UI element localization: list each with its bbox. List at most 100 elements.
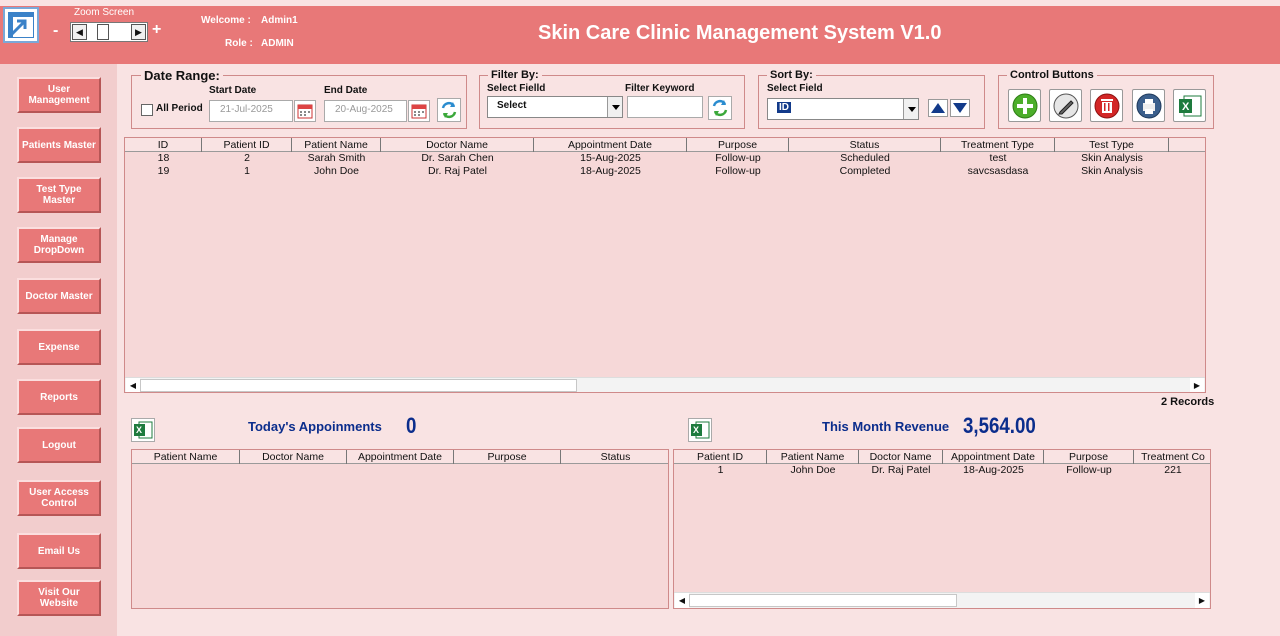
horizontal-scrollbar[interactable]: ◀ ▶: [674, 592, 1210, 608]
zoom-label: Zoom Screen: [74, 7, 135, 18]
cell-purpose: Follow-up: [715, 165, 761, 177]
cell-patient-id: 1: [717, 464, 724, 476]
logout-button[interactable]: Logout: [17, 427, 101, 463]
edit-icon[interactable]: [1049, 89, 1082, 122]
col-header[interactable]: Test Type: [1055, 138, 1169, 152]
filter-field-value: Select: [497, 100, 527, 111]
role-value: ADMIN: [261, 38, 294, 49]
month-revenue-grid[interactable]: Patient ID Patient Name Doctor Name Appo…: [673, 449, 1211, 609]
horizontal-scrollbar[interactable]: ◀ ▶: [125, 377, 1205, 392]
col-header[interactable]: Patient Name: [767, 450, 859, 464]
excel-export-icon[interactable]: X: [1173, 89, 1206, 122]
scroll-right-icon[interactable]: ▶: [1190, 378, 1204, 392]
col-header[interactable]: Patient Name: [132, 450, 240, 464]
control-buttons-group: Control Buttons X: [998, 69, 1214, 129]
zoom-out-button[interactable]: -: [53, 22, 58, 40]
expense-button[interactable]: Expense: [17, 329, 101, 365]
cell-appointment-date: 18-Aug-2025: [580, 165, 641, 177]
print-icon[interactable]: [1132, 89, 1165, 122]
date-range-group: Date Range: All Period Start Date 21-Jul…: [131, 68, 467, 129]
col-header[interactable]: Doctor Name: [240, 450, 347, 464]
cell-doctor-name: Dr. Raj Patel: [871, 464, 931, 476]
test-type-master-button[interactable]: Test Type Master: [17, 177, 101, 213]
control-buttons-title: Control Buttons: [1007, 69, 1097, 81]
records-count: 2 Records: [1161, 396, 1215, 408]
manage-dropdown-button[interactable]: Manage DropDown: [17, 227, 101, 263]
date-refresh-icon[interactable]: [437, 98, 461, 122]
cell-treatment-type: savcsasdasa: [967, 165, 1029, 177]
sort-field-select[interactable]: ID: [767, 98, 919, 120]
add-icon[interactable]: [1008, 89, 1041, 122]
col-header[interactable]: Purpose: [1044, 450, 1134, 464]
filter-title: Filter By:: [488, 69, 542, 81]
filter-refresh-icon[interactable]: [708, 96, 732, 120]
col-header[interactable]: Appointment Date: [347, 450, 454, 464]
restore-window-icon[interactable]: [3, 7, 39, 43]
date-range-title: Date Range:: [141, 68, 223, 83]
col-header[interactable]: ID: [125, 138, 202, 152]
table-row[interactable]: 1 John Doe Dr. Raj Patel 18-Aug-2025 Fol…: [674, 464, 1210, 477]
zoom-right-arrow-icon[interactable]: ▶: [131, 24, 146, 40]
zoom-scrollbar[interactable]: ◀ ▶: [70, 22, 148, 42]
col-header[interactable]: Status: [561, 450, 668, 464]
scroll-left-icon[interactable]: ◀: [126, 378, 140, 392]
filter-field-select[interactable]: Select: [487, 96, 623, 118]
table-row[interactable]: 18 2 Sarah Smith Dr. Sarah Chen 15-Aug-2…: [125, 152, 1205, 165]
scroll-thumb[interactable]: [140, 379, 577, 392]
scroll-left-icon[interactable]: ◀: [675, 593, 689, 608]
grid-header: ID Patient ID Patient Name Doctor Name A…: [125, 138, 1205, 152]
sort-ascending-icon[interactable]: [928, 99, 948, 117]
col-header[interactable]: Treatment Type: [941, 138, 1055, 152]
revenue-excel-icon[interactable]: X: [688, 418, 712, 442]
col-header[interactable]: Treatment Co: [1134, 450, 1210, 464]
zoom-thumb[interactable]: [97, 24, 109, 40]
start-calendar-icon[interactable]: [294, 100, 316, 122]
appointments-grid[interactable]: ID Patient ID Patient Name Doctor Name A…: [124, 137, 1206, 393]
all-period-label: All Period: [156, 103, 203, 114]
col-header[interactable]: Patient Name: [292, 138, 381, 152]
today-excel-icon[interactable]: X: [131, 418, 155, 442]
col-header[interactable]: Purpose: [687, 138, 789, 152]
welcome-label: Welcome :: [201, 15, 251, 26]
start-date-input[interactable]: 21-Jul-2025: [209, 100, 293, 122]
col-header[interactable]: Patient ID: [674, 450, 767, 464]
grid-header: Patient Name Doctor Name Appointment Dat…: [132, 450, 668, 464]
col-header[interactable]: Patient ID: [202, 138, 292, 152]
doctor-master-button[interactable]: Doctor Master: [17, 278, 101, 314]
visit-website-button[interactable]: Visit Our Website: [17, 580, 101, 616]
sort-descending-icon[interactable]: [950, 99, 970, 117]
cell-treatment-type: test: [989, 152, 1007, 164]
col-header[interactable]: Purpose: [454, 450, 561, 464]
cell-purpose: Follow-up: [715, 152, 761, 164]
filter-keyword-input[interactable]: [627, 96, 703, 118]
patients-master-button[interactable]: Patients Master: [17, 127, 101, 163]
email-us-button[interactable]: Email Us: [17, 533, 101, 569]
zoom-left-arrow-icon[interactable]: ◀: [72, 24, 87, 40]
end-calendar-icon[interactable]: [408, 100, 430, 122]
cell-appointment-date: 15-Aug-2025: [580, 152, 641, 164]
user-access-control-button[interactable]: User Access Control: [17, 480, 101, 516]
all-period-checkbox[interactable]: [141, 104, 153, 116]
cell-status: Scheduled: [840, 152, 890, 164]
delete-icon[interactable]: [1090, 89, 1123, 122]
end-date-input[interactable]: 20-Aug-2025: [324, 100, 407, 122]
start-date-label: Start Date: [209, 85, 257, 96]
todays-appointments-grid[interactable]: Patient Name Doctor Name Appointment Dat…: [131, 449, 669, 609]
scroll-thumb[interactable]: [689, 594, 957, 607]
col-header[interactable]: Doctor Name: [859, 450, 943, 464]
col-header[interactable]: Appointment Date: [943, 450, 1044, 464]
col-header[interactable]: Appointment Date: [534, 138, 687, 152]
cell-patient-name: Sarah Smith: [307, 152, 366, 164]
cell-id: 18: [157, 152, 170, 164]
chevron-down-icon[interactable]: [607, 97, 622, 117]
col-header[interactable]: Status: [789, 138, 941, 152]
chevron-down-icon[interactable]: [903, 99, 918, 119]
table-row[interactable]: 19 1 John Doe Dr. Raj Patel 18-Aug-2025 …: [125, 165, 1205, 178]
title-bar: Zoom Screen - ◀ ▶ + Welcome : Admin1 Rol…: [0, 6, 1280, 64]
col-header[interactable]: Doctor Name: [381, 138, 534, 152]
cell-doctor-name: Dr. Raj Patel: [428, 165, 487, 177]
zoom-in-button[interactable]: +: [152, 21, 161, 39]
scroll-right-icon[interactable]: ▶: [1195, 593, 1209, 608]
reports-button[interactable]: Reports: [17, 379, 101, 415]
user-management-button[interactable]: User Management: [17, 77, 101, 113]
